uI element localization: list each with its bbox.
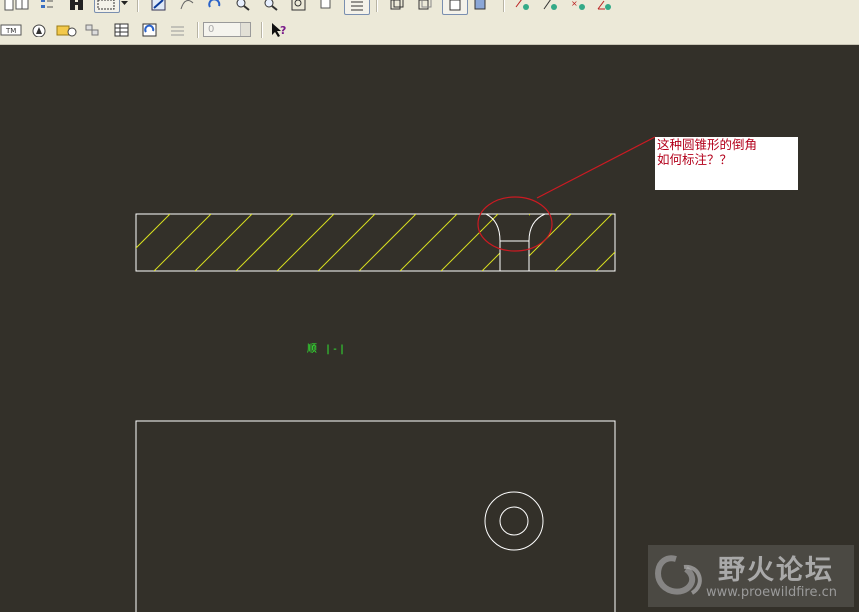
zoom-in-icon[interactable] [234, 0, 252, 12]
section-view [135, 213, 694, 272]
hatch-line [481, 252, 500, 271]
table-icon[interactable] [113, 22, 131, 38]
dim-toggle-icon[interactable]: TM [0, 22, 22, 38]
toolbar-separator [261, 22, 263, 38]
top-view [135, 420, 616, 612]
zoom-fit-icon[interactable] [290, 0, 308, 12]
model-tree-icon[interactable] [84, 22, 106, 38]
zoom-out-icon[interactable] [262, 0, 280, 12]
toolbar-separator [376, 0, 378, 12]
hatch-line [440, 214, 499, 271]
orient-icon[interactable] [318, 0, 336, 12]
hatch-line [235, 214, 294, 271]
section-label: 顺 |-| [307, 344, 347, 355]
leader-line [536, 136, 656, 199]
hatch-line [194, 214, 253, 271]
drawing-canvas[interactable] [0, 45, 859, 612]
hatch-line [153, 214, 212, 271]
spin-input-value: 0 [208, 24, 215, 35]
refresh-icon[interactable] [141, 22, 159, 38]
hatch-line [358, 214, 417, 271]
spin-input[interactable]: 0 [203, 22, 251, 37]
outer-circle [484, 491, 544, 551]
toolbar: × TM 0 ? [0, 0, 859, 45]
datum-plane-icon[interactable] [514, 0, 532, 12]
dim-toggle-label: TM [5, 27, 16, 35]
selection-box-icon[interactable] [94, 0, 120, 13]
datum-axis-icon[interactable] [542, 0, 560, 12]
question-note: 这种圆锥形的倒角 如何标注？？ [655, 137, 798, 190]
hatch-line [637, 214, 694, 271]
dropdown-arrow-icon[interactable] [120, 0, 130, 12]
hatch-line [136, 214, 171, 249]
toolbar-separator [137, 0, 139, 12]
watermark-url: www.proewildfire.cn [706, 585, 837, 600]
highlight-ellipse [477, 196, 553, 252]
hatch-line [276, 214, 335, 271]
hidden-line-icon[interactable] [416, 0, 434, 12]
watermark-title: 野火论坛 [718, 555, 834, 586]
inner-circle [499, 506, 529, 536]
layers-icon[interactable] [344, 0, 370, 15]
toolbar-separator [503, 0, 505, 12]
shading-icon[interactable] [472, 0, 490, 12]
hatch-line [595, 251, 615, 271]
layer-icon[interactable] [38, 0, 56, 12]
datum-csys-icon[interactable] [596, 0, 614, 12]
grid-icon[interactable] [169, 22, 187, 38]
view-icon[interactable] [14, 0, 32, 12]
wireframe-icon[interactable] [388, 0, 406, 12]
drawing-svg [135, 136, 694, 612]
hatch-line [554, 214, 613, 271]
help-icon[interactable]: ? [270, 22, 290, 38]
hatch-line [529, 214, 531, 216]
cone-icon[interactable] [30, 22, 48, 38]
regenerate-icon[interactable] [206, 0, 224, 12]
hatch-left [136, 214, 500, 271]
toolbar-row-1: × [0, 0, 859, 15]
no-hidden-icon[interactable] [442, 0, 468, 15]
sketch-icon[interactable] [150, 0, 168, 12]
toolbar-row-2: TM 0 ? [0, 19, 859, 41]
datum-point-icon[interactable]: × [570, 0, 588, 12]
hatch-right [529, 214, 694, 271]
binoculars-icon[interactable] [68, 0, 86, 12]
hatch-line [317, 214, 376, 271]
curve-icon[interactable] [178, 0, 196, 12]
hatch-line [399, 214, 458, 271]
svg-text:?: ? [280, 24, 286, 37]
toolbar-separator [197, 22, 199, 38]
spin-arrows[interactable] [240, 23, 250, 36]
svg-text:×: × [571, 0, 578, 8]
open-folder-icon[interactable] [56, 22, 78, 38]
